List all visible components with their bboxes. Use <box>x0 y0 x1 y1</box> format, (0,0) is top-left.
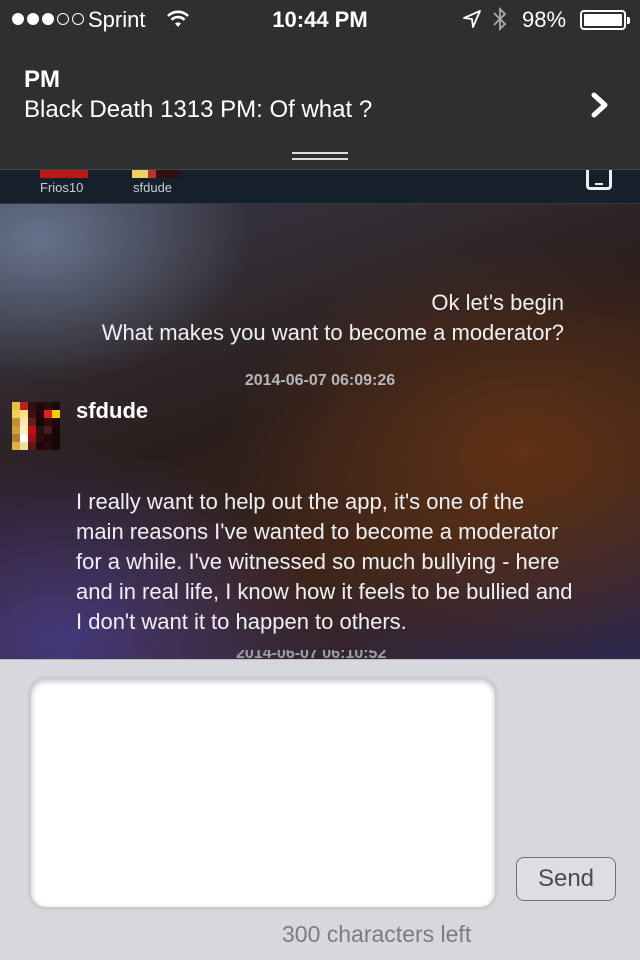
message-other: I really want to help out the app, it's … <box>76 487 636 637</box>
bluetooth-icon <box>493 6 507 32</box>
message-input[interactable] <box>30 678 496 908</box>
battery-icon <box>580 10 630 30</box>
notification-body: Black Death 1313 PM: Of what ? <box>24 96 373 123</box>
message-own: Ok let's begin What makes you want to be… <box>102 288 564 348</box>
character-counter: 300 characters left <box>282 921 472 947</box>
message-line: and in real life, I know how it feels to… <box>76 579 573 604</box>
location-icon <box>463 10 481 28</box>
message-timestamp: 2014-06-07 06:09:26 <box>244 372 396 389</box>
message-line: What makes you want to become a moderato… <box>101 320 564 345</box>
notification-title: PM <box>24 66 60 93</box>
avatar[interactable] <box>12 402 60 450</box>
message-username[interactable]: sfdude <box>76 398 148 424</box>
message-line: I don't want it to happen to others. <box>76 609 407 634</box>
user-tab-sfdude[interactable]: sfdude <box>133 180 172 195</box>
send-button[interactable]: Send <box>516 857 616 901</box>
message-line: for a while. I've witnessed so much bull… <box>76 549 560 574</box>
status-bar: Sprint 10:44 PM 98% <box>0 0 640 40</box>
message-line: I really want to help out the app, it's … <box>76 489 525 514</box>
message-line: Ok let's begin <box>431 290 564 315</box>
battery-percent: 98% <box>522 7 567 32</box>
composer: Send 300 characters left <box>0 659 640 960</box>
banner-grabber-handle[interactable] <box>292 152 348 160</box>
message-line: main reasons I've wanted to become a mod… <box>76 519 559 544</box>
chevron-right-icon[interactable] <box>590 92 610 118</box>
notification-banner[interactable]: Sprint 10:44 PM 98% PM Black Death 1313 … <box>0 0 640 170</box>
device-icon[interactable] <box>586 168 612 190</box>
user-tab-frios10[interactable]: Frios10 <box>40 180 83 195</box>
